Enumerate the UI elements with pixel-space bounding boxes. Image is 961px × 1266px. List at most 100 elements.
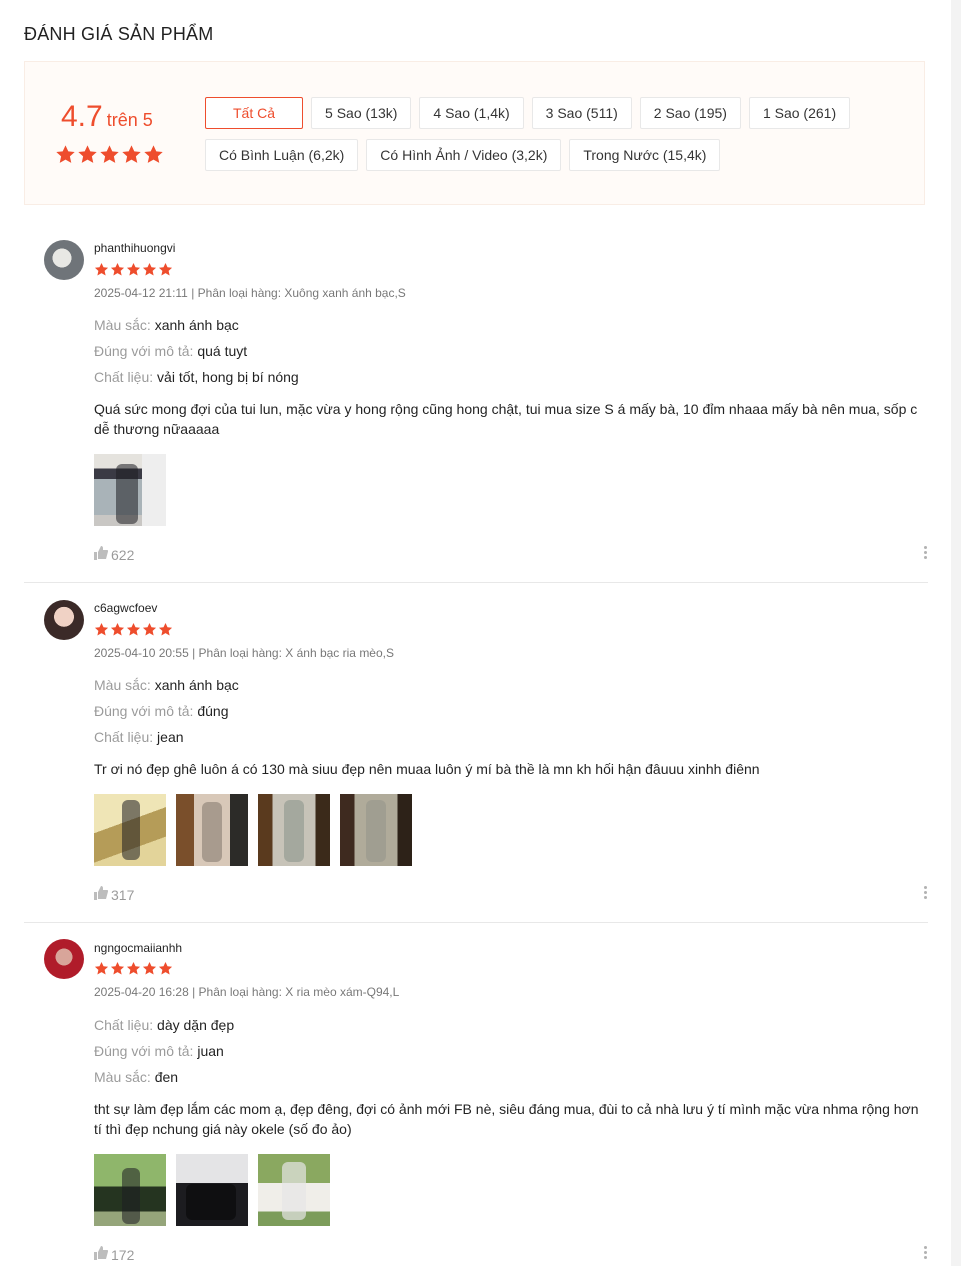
star-icon <box>94 961 109 976</box>
attr-value: đúng <box>197 703 229 719</box>
review-stars <box>94 961 173 976</box>
star-icon <box>142 622 157 637</box>
attr-key: Màu sắc: <box>94 317 151 333</box>
attr-key: Đúng với mô tả: <box>94 1043 194 1059</box>
review-stars <box>94 262 173 277</box>
more-vertical-icon[interactable] <box>922 1246 928 1259</box>
review-item: c6agwcfoev 2025-04-10 20:55 | Phân loại … <box>24 583 928 923</box>
review-media <box>94 1154 330 1226</box>
filter-1-star[interactable]: 1 Sao (261) <box>748 97 851 129</box>
filter-bar: Tất Cả 5 Sao (13k) 4 Sao (1,4k) 3 Sao (5… <box>205 97 905 181</box>
attr-value: juan <box>197 1043 224 1059</box>
review-attr: Đúng với mô tả: quá tuyt <box>94 343 247 359</box>
attr-key: Chất liệu: <box>94 369 154 385</box>
like-count: 317 <box>111 886 135 903</box>
avatar[interactable] <box>44 240 84 280</box>
star-icon <box>158 622 173 637</box>
attr-value: dày dặn đẹp <box>157 1017 235 1033</box>
review-attr: Chất liệu: jean <box>94 729 184 745</box>
review-attr: Màu sắc: xanh ánh bạc <box>94 677 239 693</box>
review-photo[interactable] <box>176 1154 248 1226</box>
review-attr: Đúng với mô tả: đúng <box>94 703 229 719</box>
review-photo[interactable] <box>94 794 166 866</box>
review-attr: Màu sắc: đen <box>94 1069 178 1085</box>
review-photo[interactable] <box>258 794 330 866</box>
attr-value: xanh ánh bạc <box>154 677 239 693</box>
review-item: phanthihuongvi 2025-04-12 21:11 | Phân l… <box>24 206 928 583</box>
like-button[interactable]: 172 <box>94 1246 134 1263</box>
review-photo[interactable] <box>94 454 166 526</box>
star-icon <box>126 961 141 976</box>
filter-2-star[interactable]: 2 Sao (195) <box>639 97 741 129</box>
attr-value: đen <box>154 1069 179 1085</box>
review-media <box>94 794 412 866</box>
star-icon <box>142 961 157 976</box>
review-author[interactable]: c6agwcfoev <box>94 601 157 615</box>
attr-value: xanh ánh bạc <box>154 317 239 333</box>
star-icon <box>158 262 173 277</box>
thumbs-up-icon <box>94 546 109 563</box>
review-author[interactable]: ngngocmaiianhh <box>94 941 182 955</box>
star-icon <box>55 144 76 165</box>
review-meta: 2025-04-20 16:28 | Phân loại hàng: X ria… <box>94 985 400 999</box>
star-icon <box>77 144 98 165</box>
review-attr: Màu sắc: xanh ánh bạc <box>94 317 239 333</box>
review-attr: Đúng với mô tả: juan <box>94 1043 224 1059</box>
filter-4-star[interactable]: 4 Sao (1,4k) <box>419 97 524 129</box>
review-photo[interactable] <box>94 1154 166 1226</box>
attr-key: Chất liệu: <box>94 1017 154 1033</box>
star-icon <box>94 622 109 637</box>
star-icon <box>143 144 164 165</box>
review-meta: 2025-04-10 20:55 | Phân loại hàng: X ánh… <box>94 646 394 660</box>
star-icon <box>94 262 109 277</box>
review-attr: Chất liệu: vải tốt, hong bị bí nóng <box>94 369 299 385</box>
more-vertical-icon[interactable] <box>922 546 928 559</box>
filter-domestic[interactable]: Trong Nước (15,4k) <box>569 139 721 171</box>
attr-value: jean <box>157 729 184 745</box>
review-meta: 2025-04-12 21:11 | Phân loại hàng: Xuông… <box>94 286 406 300</box>
star-icon <box>99 144 120 165</box>
review-comment: Tr ơi nó đẹp ghê luôn á có 130 mà siuu đ… <box>94 761 760 777</box>
reviews-page: ĐÁNH GIÁ SẢN PHẨM 4.7 trên 5 Tất Cả 5 Sao… <box>0 0 951 1266</box>
rating-overview: 4.7 trên 5 Tất Cả 5 Sao (13k) 4 Sao (1,4k… <box>24 61 925 205</box>
star-icon <box>158 961 173 976</box>
review-stars <box>94 622 173 637</box>
star-icon <box>142 262 157 277</box>
like-button[interactable]: 317 <box>94 886 134 903</box>
star-icon <box>110 961 125 976</box>
overall-stars <box>55 144 164 165</box>
review-comment: tht sự làm đẹp lắm các mom ạ, đẹp đêng, … <box>94 1101 919 1137</box>
section-title: ĐÁNH GIÁ SẢN PHẨM <box>24 24 214 44</box>
attr-key: Màu sắc: <box>94 677 151 693</box>
score-value: 4.7 <box>61 100 103 133</box>
filter-with-comment[interactable]: Có Bình Luận (6,2k) <box>205 139 359 171</box>
thumbs-up-icon <box>94 1246 109 1263</box>
filter-5-star[interactable]: 5 Sao (13k) <box>311 97 412 129</box>
avatar[interactable] <box>44 600 84 640</box>
filter-with-media[interactable]: Có Hình Ảnh / Video (3,2k) <box>366 139 562 171</box>
like-button[interactable]: 622 <box>94 546 134 563</box>
like-count: 172 <box>111 1246 135 1263</box>
more-vertical-icon[interactable] <box>922 886 928 899</box>
filter-all[interactable]: Tất Cả <box>205 97 304 129</box>
filter-row-ratings: Tất Cả 5 Sao (13k) 4 Sao (1,4k) 3 Sao (5… <box>205 97 905 129</box>
attr-key: Chất liệu: <box>94 729 154 745</box>
filter-3-star[interactable]: 3 Sao (511) <box>531 97 632 129</box>
scrollbar[interactable] <box>951 0 961 1266</box>
review-author[interactable]: phanthihuongvi <box>94 241 175 255</box>
avatar[interactable] <box>44 939 84 979</box>
star-icon <box>110 262 125 277</box>
attr-key: Màu sắc: <box>94 1069 151 1085</box>
review-comment: Quá sức mong đợi của tui lun, mặc vừa y … <box>94 401 918 437</box>
attr-key: Đúng với mô tả: <box>94 703 194 719</box>
overall-score: 4.7 trên 5 <box>61 100 153 134</box>
star-icon <box>126 622 141 637</box>
star-icon <box>121 144 142 165</box>
review-photo[interactable] <box>340 794 412 866</box>
like-count: 622 <box>111 546 135 563</box>
star-icon <box>110 622 125 637</box>
review-photo[interactable] <box>258 1154 330 1226</box>
review-item: ngngocmaiianhh 2025-04-20 16:28 | Phân l… <box>24 923 928 1266</box>
review-photo[interactable] <box>176 794 248 866</box>
filter-row-types: Có Bình Luận (6,2k) Có Hình Ảnh / Video … <box>205 139 905 171</box>
